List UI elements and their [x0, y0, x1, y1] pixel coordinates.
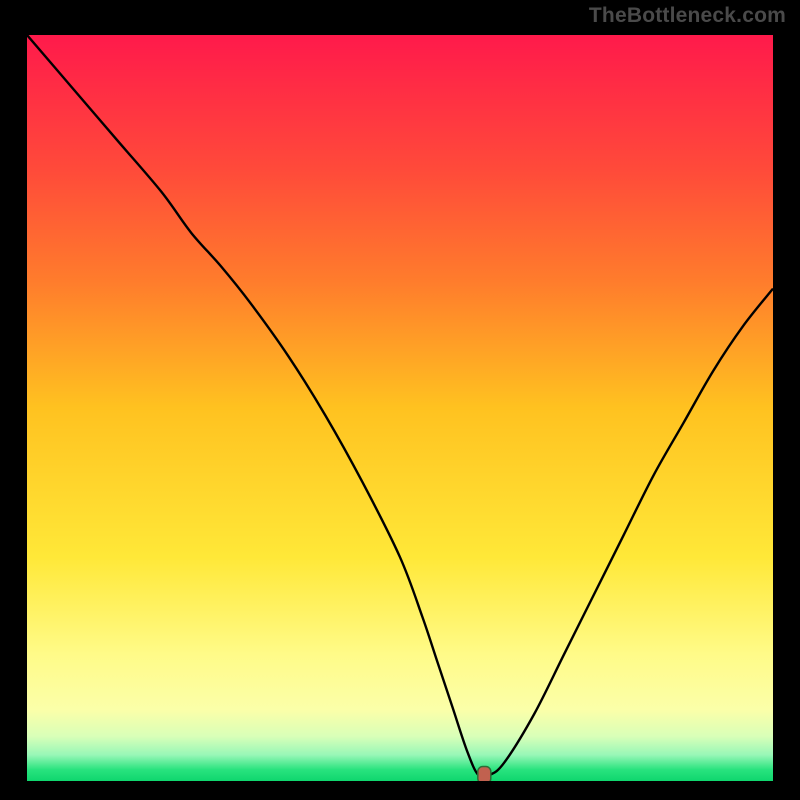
bottleneck-chart — [27, 35, 773, 781]
optimal-point-marker — [478, 767, 491, 781]
plot-frame — [17, 25, 783, 791]
chart-container: TheBottleneck.com — [0, 0, 800, 800]
plot-area — [27, 35, 773, 781]
heat-gradient-background — [27, 35, 773, 781]
